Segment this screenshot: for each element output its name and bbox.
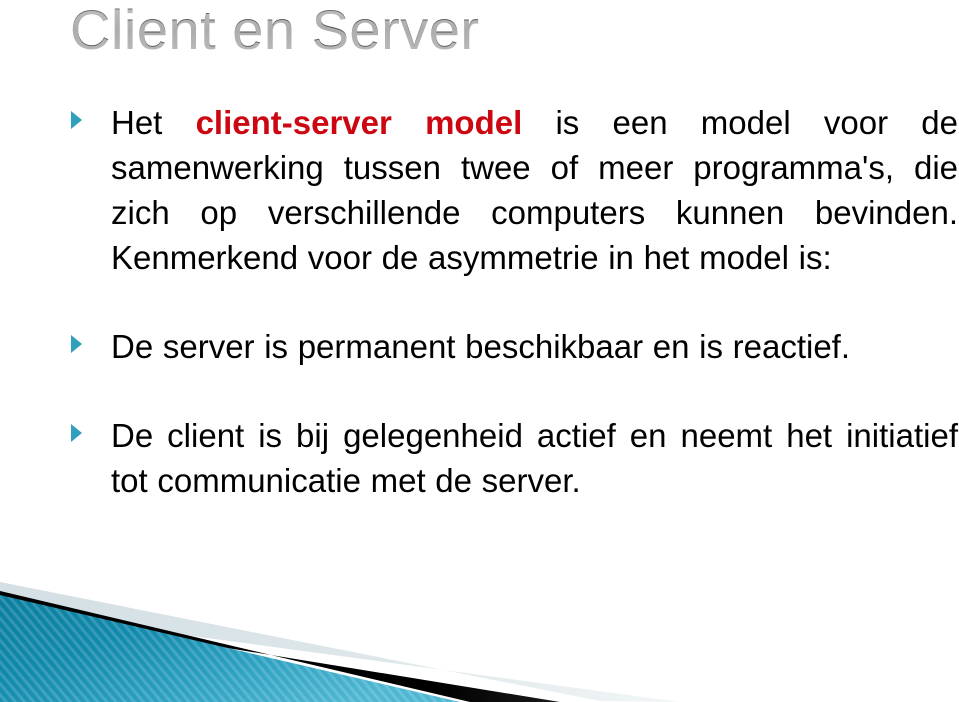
triangle-right-bullet-icon — [71, 424, 82, 442]
bullet-item-3-text: De client is bij gelegenheid actief en n… — [111, 417, 958, 499]
bullet-1-highlight-text: client-server model — [195, 104, 523, 141]
presentation-slide: Client en Server Het client-server model… — [0, 0, 959, 702]
triangle-right-bullet-icon — [71, 111, 82, 129]
bullet-item-1: Het client-server model is een model voo… — [68, 100, 958, 280]
bullet-item-2: De server is permanent beschikbaar en is… — [68, 324, 958, 369]
corner-decoration-svg — [0, 582, 680, 702]
bullet-item-1-text: Het client-server model is een model voo… — [111, 100, 958, 280]
decoration-teal-triangle — [0, 595, 460, 702]
bullet-item-2-text: De server is permanent beschikbaar en is… — [111, 328, 851, 365]
corner-decoration-graphic — [0, 577, 680, 702]
slide-title: Client en Server — [70, 0, 940, 68]
decoration-teal-hatch-overlay — [0, 595, 460, 702]
triangle-right-bullet-icon — [71, 335, 82, 353]
decoration-black-stripe — [0, 591, 560, 702]
decoration-pale-band — [0, 582, 680, 702]
bullet-item-3: De client is bij gelegenheid actief en n… — [68, 413, 958, 503]
bullet-1-lead-text: Het — [111, 104, 196, 141]
slide-body: Het client-server model is een model voo… — [68, 100, 958, 503]
